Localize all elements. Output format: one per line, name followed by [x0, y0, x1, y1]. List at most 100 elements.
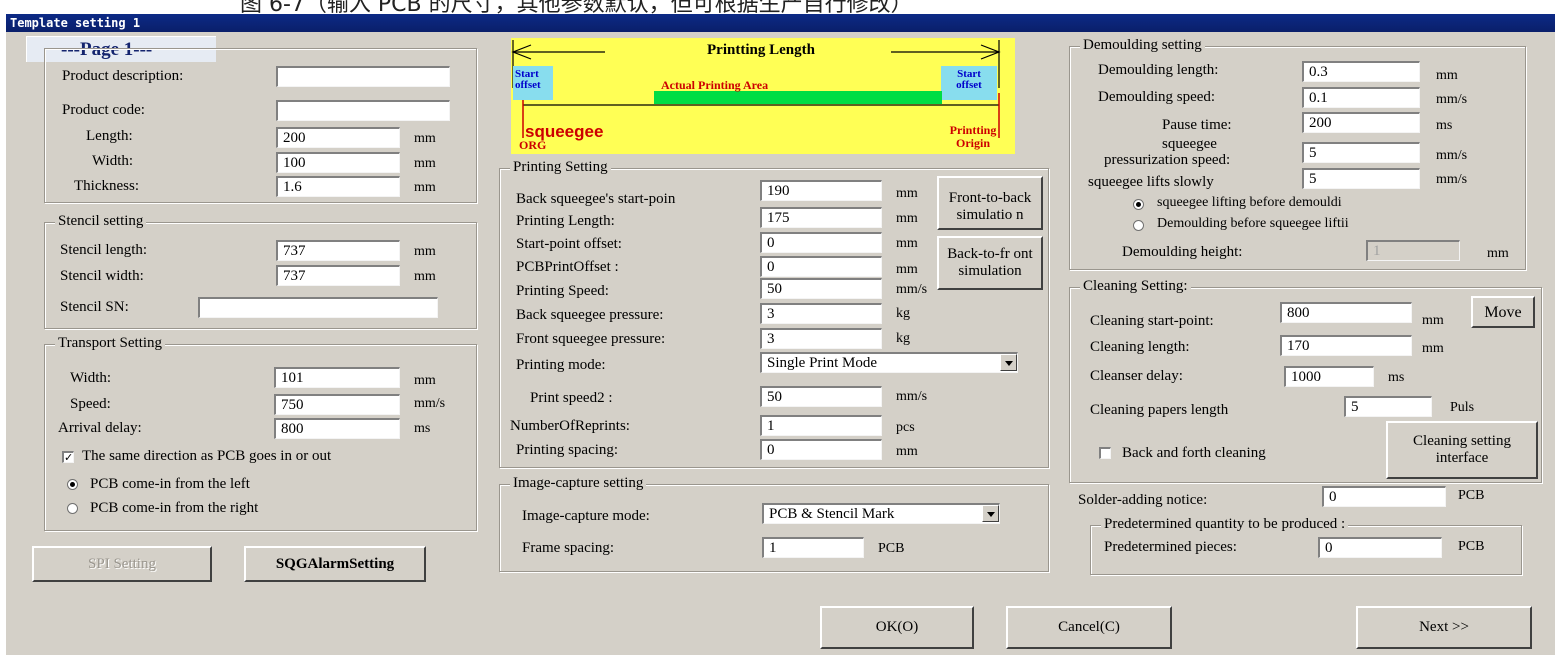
demould-before-lift-radio[interactable]: [1133, 220, 1144, 231]
pressurization-speed-input[interactable]: 5: [1302, 142, 1420, 163]
start-offset-left: Start offset: [513, 66, 553, 100]
ok-button[interactable]: OK(O): [820, 606, 974, 649]
transport-speed-input[interactable]: 750: [274, 394, 400, 415]
arrival-delay-label: Arrival delay:: [58, 420, 142, 436]
same-direction-label: The same direction as PCB goes in or out: [82, 448, 332, 464]
cleanser-delay-label: Cleanser delay:: [1090, 368, 1183, 384]
demoulding-speed-unit: mm/s: [1436, 92, 1468, 107]
image-capture-group: Image-capture setting: [499, 475, 1049, 572]
back-pressure-input[interactable]: 3: [760, 303, 882, 324]
org-label: ORG: [519, 138, 547, 152]
sqg-alarm-setting-button[interactable]: SQGAlarmSetting: [244, 546, 426, 582]
back-start-unit: mm: [896, 186, 918, 201]
pcb-offset-input[interactable]: 0: [760, 256, 882, 277]
frame-spacing-input[interactable]: 1: [762, 537, 864, 558]
papers-length-label: Cleaning papers length: [1090, 402, 1229, 418]
demoulding-height-unit: mm: [1487, 246, 1509, 261]
lift-before-demould-label: squeegee lifting before demouldi: [1157, 195, 1342, 210]
printing-spacing-label: Printing spacing:: [516, 442, 619, 458]
pressurization-speed-unit: mm/s: [1436, 148, 1468, 163]
transport-width-input[interactable]: 101: [274, 367, 400, 388]
pause-time-input[interactable]: 200: [1302, 112, 1420, 133]
demoulding-length-input[interactable]: 0.3: [1302, 61, 1420, 82]
actual-printing-area-label: Actual Printing Area: [661, 78, 769, 92]
move-button[interactable]: Move: [1471, 296, 1535, 328]
image-capture-title: Image-capture setting: [510, 475, 647, 492]
printing-mode-select[interactable]: Single Print Mode: [760, 352, 1018, 373]
cleaning-start-input[interactable]: 800: [1280, 302, 1412, 323]
from-left-radio[interactable]: [67, 479, 78, 490]
cleaning-start-unit: mm: [1422, 313, 1444, 328]
back-forth-label: Back and forth cleaning: [1122, 445, 1266, 461]
front-pressure-input[interactable]: 3: [760, 328, 882, 349]
cleaning-start-label: Cleaning start-point:: [1090, 313, 1214, 329]
spi-setting-button[interactable]: SPI Setting: [32, 546, 212, 582]
demould-before-lift-label: Demoulding before squeegee liftii: [1157, 216, 1349, 231]
image-capture-dropdown-icon[interactable]: [982, 505, 999, 522]
printing-length-unit: mm: [896, 211, 918, 226]
lift-before-demould-radio[interactable]: [1133, 199, 1144, 210]
cleanser-delay-input[interactable]: 1000: [1284, 366, 1374, 387]
printing-speed-unit: mm/s: [896, 282, 928, 297]
lifts-slowly-input[interactable]: 5: [1302, 168, 1420, 189]
back-to-front-simulation-button[interactable]: Back-to-fr ont simulation: [937, 236, 1043, 290]
printing-length-input[interactable]: 175: [760, 207, 882, 228]
same-direction-checkbox[interactable]: ✓: [62, 451, 74, 463]
arrival-delay-unit: ms: [414, 421, 431, 436]
start-offset-input[interactable]: 0: [760, 232, 882, 253]
printing-length-title: Printting Length: [707, 42, 815, 58]
cleaning-interface-button[interactable]: Cleaning setting interface: [1386, 421, 1538, 479]
demoulding-length-unit: mm: [1436, 68, 1458, 83]
product-code-input[interactable]: [276, 100, 450, 121]
printing-speed-input[interactable]: 50: [760, 278, 882, 299]
print-speed2-input[interactable]: 50: [760, 386, 882, 407]
image-capture-mode-select[interactable]: PCB & Stencil Mark: [762, 503, 1000, 524]
predetermined-title: Predetermined quantity to be produced :: [1101, 516, 1349, 533]
stencil-sn-input[interactable]: [198, 297, 438, 318]
demoulding-height-label: Demoulding height:: [1122, 244, 1243, 260]
from-right-radio[interactable]: [67, 503, 78, 514]
reprints-unit: pcs: [896, 420, 915, 435]
demoulding-height-input[interactable]: 1: [1366, 240, 1460, 261]
pressurization-label-line1: squeegee: [1162, 136, 1217, 152]
demoulding-title: Demoulding setting: [1080, 37, 1205, 54]
product-description-input[interactable]: [276, 66, 450, 87]
cleanser-delay-unit: ms: [1388, 370, 1405, 385]
stencil-width-input[interactable]: 737: [276, 265, 400, 286]
cancel-button[interactable]: Cancel(C): [1006, 606, 1172, 649]
thickness-unit: mm: [414, 180, 436, 195]
reprints-label: NumberOfReprints:: [510, 418, 630, 434]
printing-spacing-input[interactable]: 0: [760, 439, 882, 460]
predetermined-unit: PCB: [1458, 539, 1485, 554]
front-pressure-unit: kg: [896, 331, 910, 346]
reprints-input[interactable]: 1: [760, 415, 882, 436]
stencil-length-unit: mm: [414, 244, 436, 259]
pressurization-label-line2: pressurization speed:: [1104, 152, 1231, 168]
back-start-input[interactable]: 190: [760, 180, 882, 201]
printing-setting-title: Printing Setting: [510, 159, 611, 176]
transport-speed-unit: mm/s: [414, 396, 446, 411]
back-forth-checkbox[interactable]: [1099, 447, 1111, 459]
stencil-length-label: Stencil length:: [60, 242, 148, 258]
length-input[interactable]: 200: [276, 127, 400, 148]
solder-notice-input[interactable]: 0: [1322, 486, 1446, 507]
start-offset-unit: mm: [896, 236, 918, 251]
cleaning-length-input[interactable]: 170: [1280, 335, 1412, 356]
solder-notice-unit: PCB: [1458, 488, 1485, 503]
frame-spacing-label: Frame spacing:: [522, 540, 615, 556]
stencil-length-input[interactable]: 737: [276, 240, 400, 261]
frame-spacing-unit: PCB: [878, 541, 905, 556]
start-offset-right: Start offset: [941, 66, 997, 100]
papers-length-input[interactable]: 5: [1344, 396, 1432, 417]
width-input[interactable]: 100: [276, 152, 400, 173]
next-button[interactable]: Next >>: [1356, 606, 1532, 649]
front-pressure-label: Front squeegee pressure:: [516, 331, 666, 347]
demoulding-speed-label: Demoulding speed:: [1098, 89, 1216, 105]
front-to-back-simulation-button[interactable]: Front-to-back simulatio n: [937, 176, 1043, 230]
thickness-input[interactable]: 1.6: [276, 176, 400, 197]
printing-mode-dropdown-icon[interactable]: [1000, 354, 1017, 371]
cleaning-length-unit: mm: [1422, 341, 1444, 356]
predetermined-input[interactable]: 0: [1318, 537, 1442, 558]
arrival-delay-input[interactable]: 800: [274, 418, 400, 439]
demoulding-speed-input[interactable]: 0.1: [1302, 87, 1420, 108]
